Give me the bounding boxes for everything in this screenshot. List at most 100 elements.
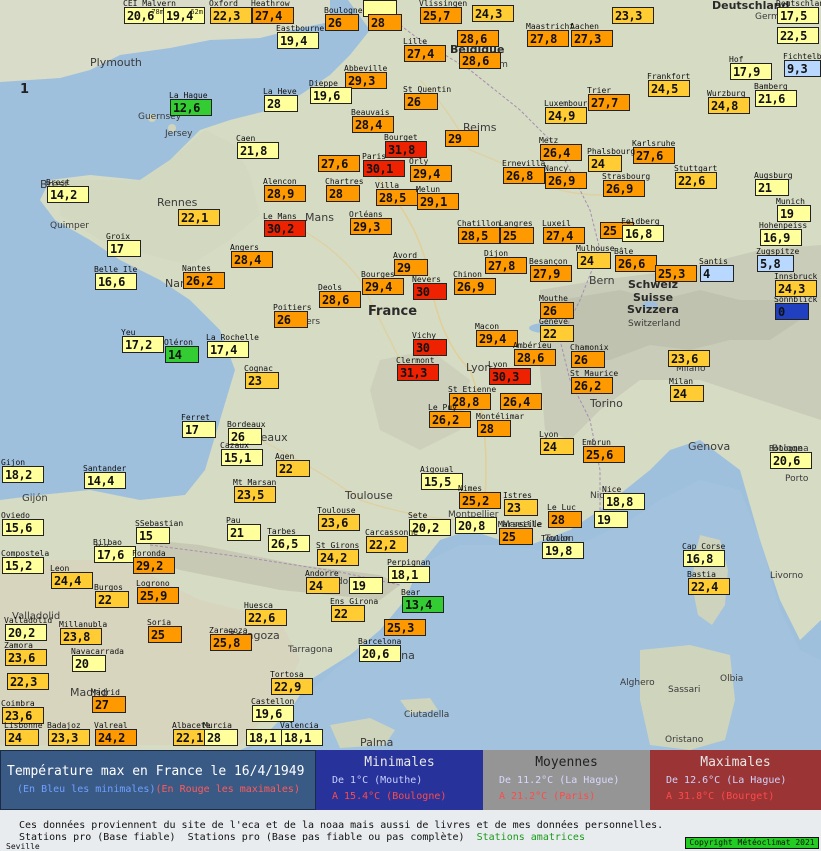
station-marker[interactable]: Huesca 22,6 (244, 601, 287, 626)
station-marker[interactable]: Zamora 23,6 (4, 641, 47, 666)
station-marker[interactable]: Hohenpeiss 16,9 (759, 221, 807, 246)
station-marker[interactable]: Groix 17 (106, 232, 141, 257)
station-marker[interactable]: Bamberg 21,6 (754, 82, 797, 107)
station-marker[interactable]: Chinon 26,9 (453, 270, 496, 295)
station-marker[interactable]: Chartres 28 (325, 177, 364, 202)
station-marker[interactable]: Millanubla 23,8 (59, 620, 107, 645)
station-marker[interactable]: Dijon 27,8 (484, 249, 527, 274)
station-marker[interactable]: Andorre 24 (305, 569, 340, 594)
station-marker[interactable]: Melun 29,1 (416, 185, 459, 210)
station-marker[interactable]: Tortosa 22,9 (270, 670, 313, 695)
station-marker[interactable]: Embrun 25,6 (582, 438, 625, 463)
station-marker[interactable]: Hof 17,9 (729, 55, 772, 80)
station-marker[interactable]: Perpignan 18,1 (387, 558, 430, 583)
station-marker[interactable]: Belle Ile 16,6 (94, 265, 137, 290)
station-marker[interactable]: Milan 24 (669, 377, 704, 402)
station-marker[interactable]: Strasbourg 26,9 (602, 172, 650, 197)
station-marker[interactable]: Bourges 29,4 (361, 270, 404, 295)
station-marker[interactable]: Orléans 29,3 (349, 210, 392, 235)
station-marker[interactable]: Oléron 14 (164, 338, 199, 363)
station-marker[interactable]: Bâle 26,6 (614, 247, 657, 272)
station-marker[interactable]: Deols 28,6 (318, 283, 361, 308)
station-marker[interactable]: Le Puy 26,2 (428, 403, 471, 428)
station-marker[interactable]: Langres 25 (499, 219, 534, 244)
station-marker[interactable]: 27,6 (318, 155, 360, 172)
station-marker[interactable]: 22,1 (178, 209, 220, 226)
station-marker[interactable]: Marseille 25 (498, 520, 541, 545)
station-marker[interactable]: Chamonix 26 (570, 343, 609, 368)
station-marker[interactable]: Nice 18,8 (602, 485, 645, 510)
station-marker[interactable]: Bilbao 17,6 (93, 538, 136, 563)
station-marker[interactable]: 24,3 (472, 5, 514, 22)
station-marker[interactable]: Tarbes 26,5 (267, 527, 310, 552)
station-marker[interactable]: Maastricht 27,8 (526, 22, 574, 47)
station-marker[interactable]: Yeu 17,2 (121, 328, 164, 353)
station-marker[interactable]: St Maurice 26,2 (570, 369, 618, 394)
station-marker[interactable]: 28 (368, 14, 402, 31)
station-marker[interactable]: St Quentin 26 (403, 85, 451, 110)
station-marker[interactable]: Le Mans 30,2 (263, 212, 306, 237)
station-marker[interactable]: Lyon 24 (539, 430, 574, 455)
station-marker[interactable]: Deutschland17,5 (776, 0, 821, 24)
station-marker[interactable]: Poitiers 26 (273, 303, 312, 328)
station-marker[interactable]: Barcelona 20,6 (358, 637, 401, 662)
station-marker[interactable]: Soria 25 (147, 618, 182, 643)
station-marker[interactable]: 22,5 (777, 27, 819, 44)
station-marker[interactable]: Boulogne 26 (324, 6, 363, 31)
station-marker[interactable]: 23,3 (612, 7, 654, 24)
station-marker[interactable]: Toulouse 23,6 (317, 506, 360, 531)
station-marker[interactable]: 25,3 (655, 265, 697, 282)
station-marker[interactable]: La Heve 28 (263, 87, 298, 112)
station-marker[interactable]: 20,8 (455, 517, 497, 534)
station-marker[interactable]: CEI Malvern 20,6 78m (123, 0, 176, 24)
station-marker[interactable]: Santander 14,4 (83, 464, 126, 489)
station-marker[interactable]: Macon 29,4 (475, 322, 518, 347)
station-marker[interactable]: Aigoual 15,5 (420, 465, 463, 490)
station-marker[interactable]: Santis 4 (699, 257, 734, 282)
station-marker[interactable]: Besançon 27,9 (529, 257, 572, 282)
station-marker[interactable]: Vlissingen 25,7 (419, 0, 467, 24)
station-marker[interactable]: Ernevilla 26,8 (502, 159, 545, 184)
station-marker[interactable]: Dieppe 19,6 (309, 79, 352, 104)
station-marker[interactable]: Nancy 26,9 (544, 164, 587, 189)
station-marker[interactable]: 19,4 62m (163, 7, 205, 24)
station-marker[interactable]: Bastia 22,4 (687, 570, 730, 595)
station-marker[interactable]: Burgos 22 (94, 583, 129, 608)
station-marker[interactable]: 29 (445, 130, 479, 147)
station-marker[interactable]: Foronda 29,2 (132, 549, 175, 574)
station-marker[interactable]: Geneve 22 (539, 317, 574, 342)
station-marker[interactable]: Munich 19 (776, 197, 811, 222)
station-marker[interactable]: Bear 13,4 (401, 588, 444, 613)
station-marker[interactable]: Nantes 26,2 (182, 264, 225, 289)
station-marker[interactable]: Leon 24,4 (50, 564, 93, 589)
station-marker[interactable]: Zaragoza 25,8 (209, 626, 252, 651)
station-marker[interactable]: Lyon 30,3 (488, 360, 531, 385)
station-marker[interactable]: Navacarrada 20 (71, 647, 124, 672)
station-marker[interactable]: Gijon 18,2 (1, 458, 44, 483)
station-marker[interactable]: Caen 21,8 (236, 134, 279, 159)
station-marker[interactable]: Cap Corse 16,8 (682, 542, 725, 567)
station-marker[interactable]: Pau 21 (226, 516, 261, 541)
station-marker[interactable]: Ambérieu 28,6 (513, 341, 556, 366)
station-marker[interactable]: Orly 29,4 (409, 157, 452, 182)
station-marker[interactable]: Ferret 17 (181, 413, 216, 438)
station-marker[interactable]: Stuttgart 22,6 (674, 164, 717, 189)
station-marker[interactable]: Brest 14,2 (46, 178, 89, 203)
station-marker[interactable]: Wurzburg 24,8 (707, 89, 750, 114)
station-marker[interactable]: Cazaux 15,1 (220, 441, 263, 466)
station-marker[interactable]: Lisbonne 24 (4, 721, 43, 746)
station-marker[interactable]: Valladolid 20,2 (4, 616, 52, 641)
station-marker[interactable]: Heathrow 27,4 (251, 0, 294, 24)
station-marker[interactable]: Villa 28,5 (375, 181, 418, 206)
station-marker[interactable]: Murcia 28 (203, 721, 238, 746)
station-marker[interactable]: 26,4 (500, 393, 542, 410)
station-marker[interactable]: Valencia 18,1 (280, 721, 323, 746)
station-marker[interactable]: Fichtelberg9,3 (783, 52, 821, 77)
station-marker[interactable]: Chatillon 28,5 (457, 219, 500, 244)
station-marker[interactable]: Nimes 25,2 (458, 484, 501, 509)
station-marker[interactable]: Clermont 31,3 (396, 356, 439, 381)
station-marker[interactable]: Alencon 28,9 (263, 177, 306, 202)
station-marker[interactable]: Cognac 23 (244, 364, 279, 389)
station-marker[interactable]: Feldberg 16,8 (621, 217, 664, 242)
station-marker[interactable]: 19 (594, 511, 628, 528)
